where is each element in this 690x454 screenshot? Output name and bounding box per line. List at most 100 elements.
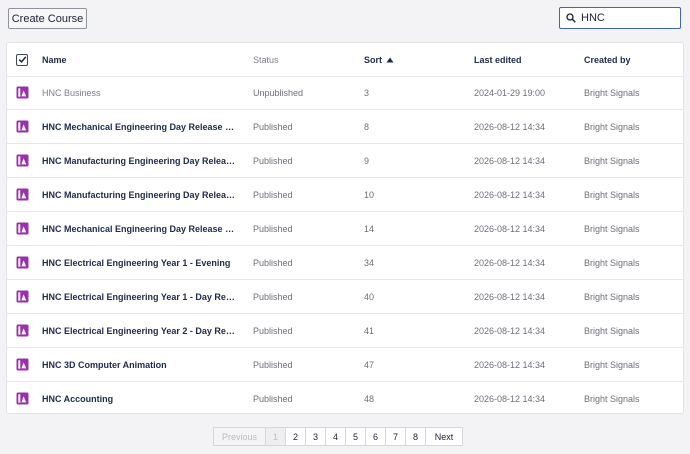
course-status: Published xyxy=(253,393,293,404)
course-book-icon xyxy=(16,392,29,405)
course-status: Unpublished xyxy=(253,87,304,98)
course-name: HNC Business xyxy=(42,87,101,98)
course-book-icon xyxy=(16,120,29,133)
course-name-link[interactable]: HNC Manufacturing Engineering Day Releas… xyxy=(42,144,237,177)
sort-ascending-icon xyxy=(386,57,394,62)
course-created-by: Bright Signals xyxy=(584,121,640,132)
page-7-button[interactable]: 7 xyxy=(385,427,406,446)
course-last-edited: 2026-08-12 14:34 xyxy=(474,359,546,370)
course-icon-cell xyxy=(16,246,30,279)
course-name: HNC Mechanical Engineering Day Release -… xyxy=(42,121,237,132)
course-icon-cell xyxy=(16,212,30,245)
table-row[interactable]: HNC Manufacturing Engineering Day Releas… xyxy=(7,178,683,212)
page-6-button[interactable]: 6 xyxy=(365,427,386,446)
table-header-row: Name Status Sort Last edited Created by xyxy=(7,43,683,77)
course-icon-cell xyxy=(16,144,30,177)
course-status: Published xyxy=(253,121,293,132)
table-row[interactable]: HNC Electrical Engineering Year 1 - Even… xyxy=(7,246,683,280)
checkmark-icon xyxy=(18,56,26,64)
table-row[interactable]: HNC Electrical Engineering Year 1 - Day … xyxy=(7,280,683,314)
previous-page-button[interactable]: Previous xyxy=(213,427,266,446)
course-status: Published xyxy=(253,257,293,268)
course-sort-value: 48 xyxy=(364,393,375,404)
course-name-link[interactable]: HNC Mechanical Engineering Day Release -… xyxy=(42,212,237,245)
column-header-created-by[interactable]: Created by xyxy=(584,43,682,76)
course-sort-value: 40 xyxy=(364,291,375,302)
course-status: Published xyxy=(253,189,293,200)
course-status: Published xyxy=(253,223,293,234)
course-sort-value: 47 xyxy=(364,359,375,370)
select-all-checkbox[interactable] xyxy=(16,43,30,76)
course-name-link[interactable]: HNC Electrical Engineering Year 1 - Day … xyxy=(42,280,237,313)
course-status: Published xyxy=(253,155,293,166)
course-created-by: Bright Signals xyxy=(584,87,640,98)
course-name: HNC Electrical Engineering Year 1 - Day … xyxy=(42,291,237,302)
column-header-name[interactable]: Name xyxy=(42,43,237,76)
course-book-icon xyxy=(16,86,29,99)
page-4-button[interactable]: 4 xyxy=(325,427,346,446)
search-icon xyxy=(566,13,576,23)
course-name-link[interactable]: HNC Accounting xyxy=(42,382,237,415)
page-5-button[interactable]: 5 xyxy=(345,427,366,446)
course-name: HNC Accounting xyxy=(42,393,114,404)
pagination: Previous 1 2 3 4 5 6 7 8 Next xyxy=(213,427,463,446)
course-last-edited: 2026-08-12 14:34 xyxy=(474,257,546,268)
course-created-by: Bright Signals xyxy=(584,257,640,268)
page-3-button[interactable]: 3 xyxy=(305,427,326,446)
course-sort-value: 14 xyxy=(364,223,375,234)
course-book-icon xyxy=(16,256,29,269)
course-created-by: Bright Signals xyxy=(584,223,640,234)
page-8-button[interactable]: 8 xyxy=(405,427,426,446)
column-header-sort[interactable]: Sort xyxy=(364,43,454,76)
course-name: HNC 3D Computer Animation xyxy=(42,359,167,370)
table-row[interactable]: HNC Accounting Published 48 2026-08-12 14:3… xyxy=(7,382,683,416)
course-name: HNC Manufacturing Engineering Day Releas… xyxy=(42,155,237,166)
course-icon-cell xyxy=(16,280,30,313)
course-name-link[interactable]: HNC 3D Computer Animation xyxy=(42,348,237,381)
course-last-edited: 2026-08-12 14:34 xyxy=(474,291,546,302)
course-book-icon xyxy=(16,358,29,371)
course-created-by: Bright Signals xyxy=(584,359,640,370)
course-book-icon xyxy=(16,154,29,167)
course-sort-value: 34 xyxy=(364,257,375,268)
course-status: Published xyxy=(253,291,293,302)
course-book-icon xyxy=(16,324,29,337)
course-sort-value: 8 xyxy=(364,121,370,132)
course-status: Published xyxy=(253,325,293,336)
course-name: HNC Mechanical Engineering Day Release -… xyxy=(42,223,237,234)
table-row[interactable]: HNC Business Unpublished 3 2024-01-29 19:00… xyxy=(7,76,683,110)
page-1-button[interactable]: 1 xyxy=(265,427,286,446)
course-name: HNC Electrical Engineering Year 2 - Day … xyxy=(42,325,237,336)
column-header-last-edited[interactable]: Last edited xyxy=(474,43,574,76)
page-2-button[interactable]: 2 xyxy=(285,427,306,446)
table-row[interactable]: HNC Mechanical Engineering Day Release -… xyxy=(7,110,683,144)
course-name-link[interactable]: HNC Mechanical Engineering Day Release -… xyxy=(42,110,237,143)
next-page-button[interactable]: Next xyxy=(425,427,463,446)
course-name-link[interactable]: HNC Business xyxy=(42,76,237,109)
course-icon-cell xyxy=(16,382,30,415)
course-created-by: Bright Signals xyxy=(584,291,640,302)
search-input[interactable] xyxy=(581,12,677,24)
course-sort-value: 9 xyxy=(364,155,370,166)
course-book-icon xyxy=(16,188,29,201)
search-box[interactable] xyxy=(559,7,681,29)
table-row[interactable]: HNC Manufacturing Engineering Day Releas… xyxy=(7,144,683,178)
course-created-by: Bright Signals xyxy=(584,189,640,200)
column-header-status[interactable]: Status xyxy=(253,43,353,76)
course-name-link[interactable]: HNC Electrical Engineering Year 2 - Day … xyxy=(42,314,237,347)
table-row[interactable]: HNC 3D Computer Animation Published 47 2026… xyxy=(7,348,683,382)
course-sort-value: 41 xyxy=(364,325,375,336)
table-row[interactable]: HNC Mechanical Engineering Day Release -… xyxy=(7,212,683,246)
table-row[interactable]: HNC Electrical Engineering Year 2 - Day … xyxy=(7,314,683,348)
courses-table: Name Status Sort Last edited Created by … xyxy=(6,42,684,414)
course-sort-value: 3 xyxy=(364,87,370,98)
course-created-by: Bright Signals xyxy=(584,155,640,166)
create-course-button[interactable]: Create Course xyxy=(8,8,87,29)
course-name: HNC Electrical Engineering Year 1 - Even… xyxy=(42,257,231,268)
course-name-link[interactable]: HNC Manufacturing Engineering Day Releas… xyxy=(42,178,237,211)
column-header-sort-label: Sort xyxy=(364,54,382,65)
course-book-icon xyxy=(16,222,29,235)
course-name-link[interactable]: HNC Electrical Engineering Year 1 - Even… xyxy=(42,246,237,279)
course-name: HNC Manufacturing Engineering Day Releas… xyxy=(42,189,237,200)
course-last-edited: 2026-08-12 14:34 xyxy=(474,121,546,132)
